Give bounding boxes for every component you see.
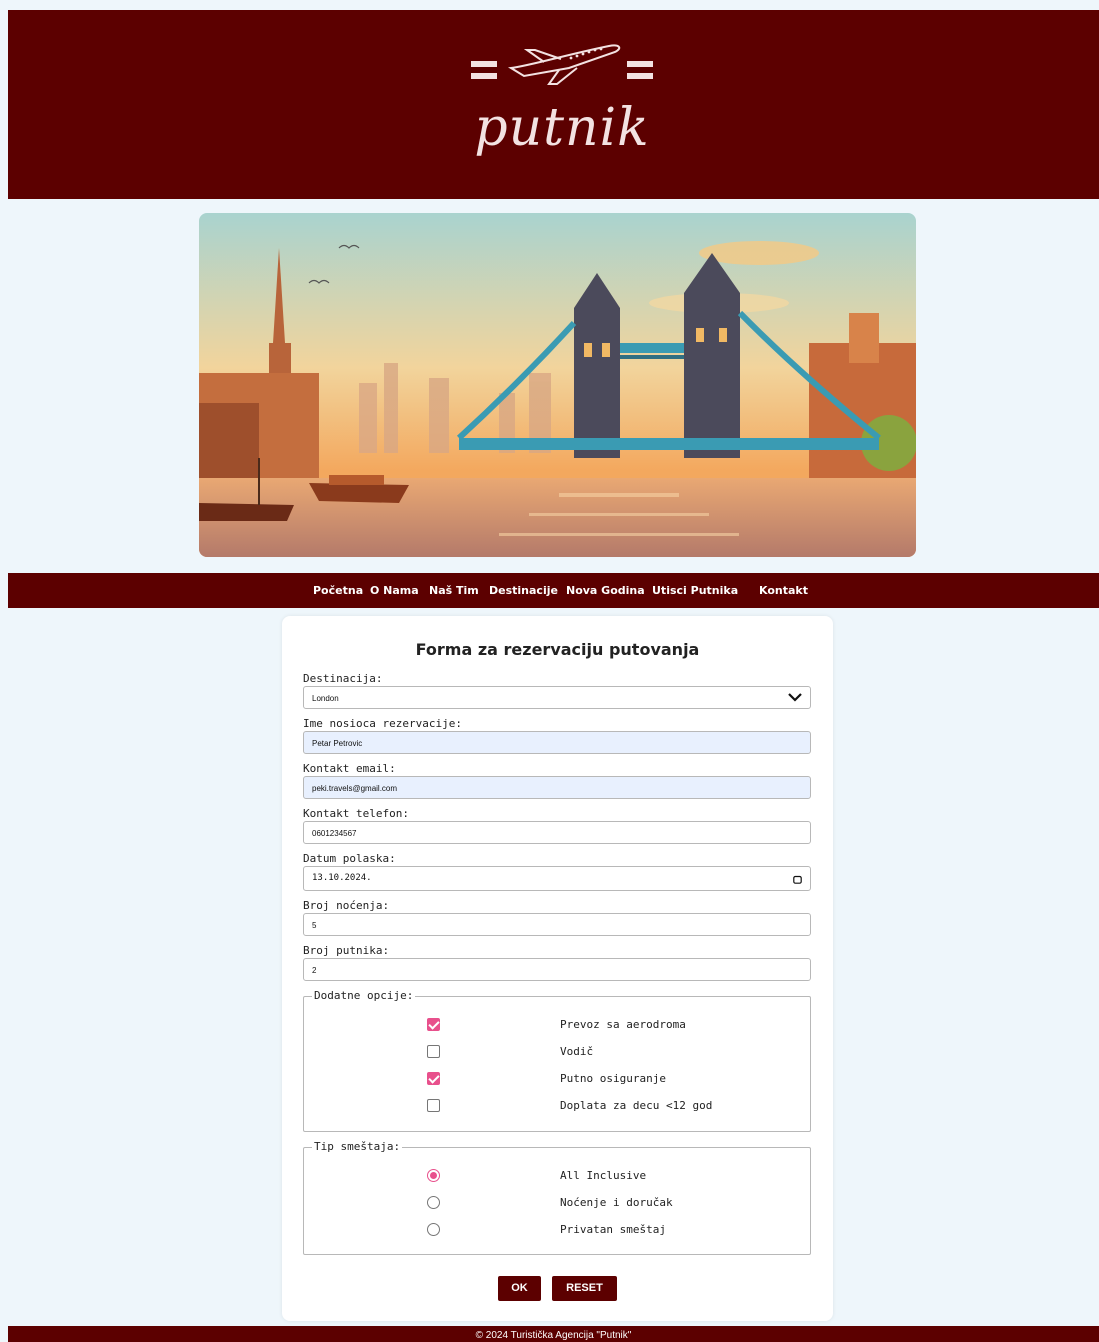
email-field[interactable]: peki.travels@gmail.com xyxy=(303,776,811,799)
checkbox-travel-insurance[interactable] xyxy=(427,1072,440,1085)
nights-label: Broj noćenja: xyxy=(303,899,390,912)
extras-fieldset: Dodatne opcije: Prevoz sa aerodroma Vodi… xyxy=(303,989,811,1132)
accommodation-option-private[interactable]: Privatan smeštaj xyxy=(304,1222,810,1240)
reservation-form: Forma za rezervaciju putovanja Destinaci… xyxy=(282,616,833,1321)
departure-date-input[interactable]: 13.10.2024. xyxy=(303,866,811,891)
logo-wordmark: putnik xyxy=(474,98,650,158)
accommodation-option-bed-breakfast[interactable]: Noćenje i doručak xyxy=(304,1195,810,1213)
option-label: Doplata za decu <12 god xyxy=(560,1099,713,1112)
destination-label: Destinacija: xyxy=(303,672,383,685)
travelers-label: Broj putnika: xyxy=(303,944,390,957)
nav-item-nas-tim[interactable]: Naš Tim xyxy=(429,584,479,597)
ok-button[interactable]: OK xyxy=(498,1276,541,1301)
option-label: Privatan smeštaj xyxy=(560,1223,666,1236)
phone-label: Kontakt telefon: xyxy=(303,807,409,820)
destination-select[interactable]: London xyxy=(303,686,811,709)
nav-item-o-nama[interactable]: O Nama xyxy=(370,584,419,597)
nav-item-pocetna[interactable]: Početna xyxy=(313,584,363,597)
putnik-logo[interactable]: putnik xyxy=(449,28,675,188)
reset-button[interactable]: RESET xyxy=(552,1276,617,1301)
holder-name-input[interactable]: Petar Petrovic xyxy=(303,731,811,754)
calendar-icon[interactable] xyxy=(793,875,802,884)
extras-option-insurance[interactable]: Putno osiguranje xyxy=(304,1071,810,1089)
nav-item-utisci-putnika[interactable]: Utisci Putnika xyxy=(652,584,738,597)
main-nav: Početna O Nama Naš Tim Destinacije Nova … xyxy=(8,573,1099,608)
travelers-input[interactable]: 2 xyxy=(303,958,811,981)
option-label: Putno osiguranje xyxy=(560,1072,666,1085)
date-value: 13.10.2024. xyxy=(312,873,372,883)
destination-value: London xyxy=(312,694,339,703)
phone-field[interactable]: 0601234567 xyxy=(303,821,811,844)
checkbox-children-surcharge[interactable] xyxy=(427,1099,440,1112)
holder-label: Ime nosioca rezervacije: xyxy=(303,717,462,730)
nav-item-nova-godina[interactable]: Nova Godina xyxy=(566,584,645,597)
extras-option-children[interactable]: Doplata za decu <12 god xyxy=(304,1098,810,1116)
date-label: Datum polaska: xyxy=(303,852,396,865)
hero-image-tower-bridge xyxy=(199,213,916,557)
footer-copyright: © 2024 Turistička Agencija "Putnik" xyxy=(475,1330,632,1341)
option-label: Vodič xyxy=(560,1045,594,1058)
accommodation-legend: Tip smeštaja: xyxy=(312,1140,403,1153)
accommodation-option-all-inclusive[interactable]: All Inclusive xyxy=(304,1168,810,1186)
radio-private-accommodation[interactable] xyxy=(427,1223,440,1236)
form-title: Forma za rezervaciju putovanja xyxy=(415,640,700,659)
nav-item-kontakt[interactable]: Kontakt xyxy=(759,584,808,597)
option-label: Prevoz sa aerodroma xyxy=(560,1018,686,1031)
checkbox-guide[interactable] xyxy=(427,1045,440,1058)
extras-option-guide[interactable]: Vodič xyxy=(304,1044,810,1062)
extras-legend: Dodatne opcije: xyxy=(312,989,416,1002)
option-label: Noćenje i doručak xyxy=(560,1196,673,1209)
accommodation-fieldset: Tip smeštaja: All Inclusive Noćenje i do… xyxy=(303,1140,811,1255)
option-label: All Inclusive xyxy=(560,1169,647,1182)
site-footer: © 2024 Turistička Agencija "Putnik" xyxy=(8,1326,1099,1342)
checkbox-airport-transfer[interactable] xyxy=(427,1018,440,1031)
radio-all-inclusive[interactable] xyxy=(427,1169,440,1182)
airplane-icon xyxy=(471,44,653,85)
nav-item-destinacije[interactable]: Destinacije xyxy=(489,584,558,597)
nights-input[interactable]: 5 xyxy=(303,913,811,936)
site-header: putnik xyxy=(8,10,1099,199)
chevron-down-icon xyxy=(788,693,802,702)
radio-bed-breakfast[interactable] xyxy=(427,1196,440,1209)
extras-option-airport[interactable]: Prevoz sa aerodroma xyxy=(304,1017,810,1035)
email-label: Kontakt email: xyxy=(303,762,396,775)
